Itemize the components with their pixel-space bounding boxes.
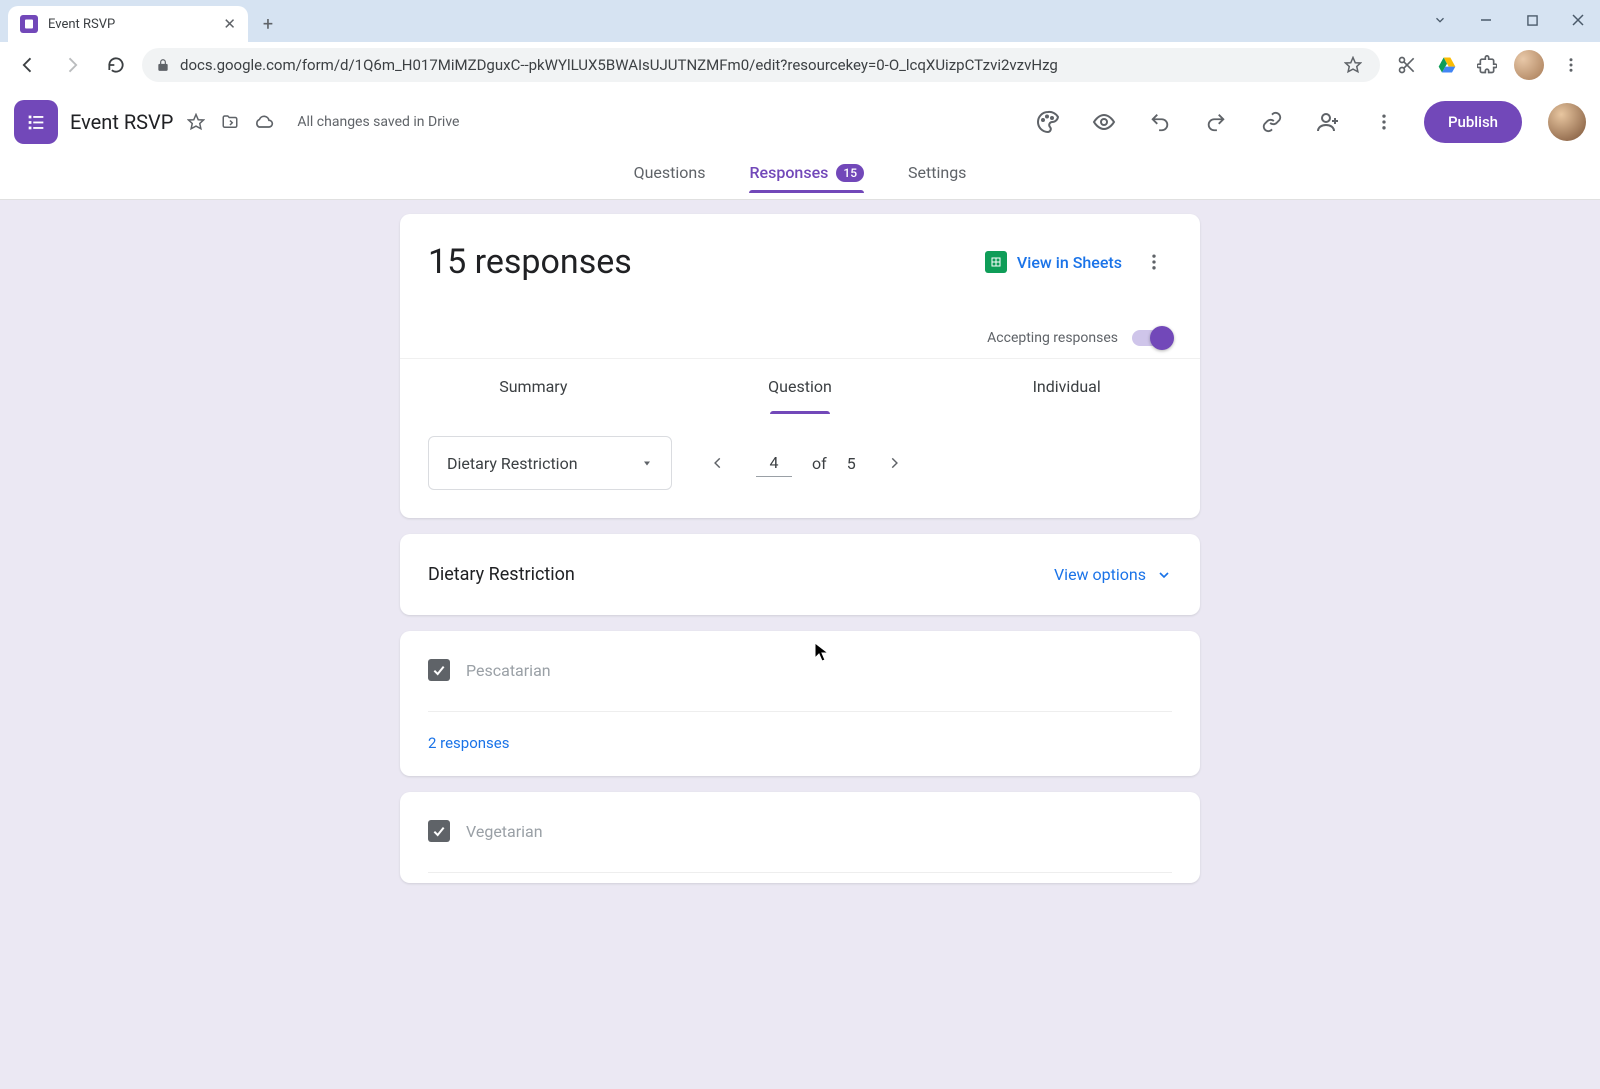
bookmark-star-icon[interactable] bbox=[1344, 56, 1362, 74]
tab-responses[interactable]: Responses 15 bbox=[749, 163, 864, 192]
pager-current-input[interactable] bbox=[756, 449, 792, 477]
option-label: Vegetarian bbox=[466, 822, 543, 841]
tab-favicon bbox=[20, 15, 38, 33]
address-bar[interactable]: docs.google.com/form/d/1Q6m_H017MiMZDgux… bbox=[142, 48, 1380, 82]
maximize-button[interactable] bbox=[1518, 6, 1546, 34]
save-status: All changes saved in Drive bbox=[297, 114, 459, 130]
drive-icon[interactable] bbox=[1434, 52, 1460, 78]
window-controls bbox=[1426, 6, 1592, 34]
option-card-pescatarian: Pescatarian 2 responses bbox=[400, 631, 1200, 776]
responses-more-button[interactable] bbox=[1136, 244, 1172, 280]
url-text: docs.google.com/form/d/1Q6m_H017MiMZDgux… bbox=[180, 56, 1058, 74]
pager-total: 5 bbox=[847, 454, 856, 473]
add-collaborators-button[interactable] bbox=[1306, 100, 1350, 144]
star-icon[interactable] bbox=[185, 111, 207, 133]
pager-of: of bbox=[812, 454, 827, 473]
responses-count-badge: 15 bbox=[836, 164, 864, 182]
close-tab-icon[interactable]: ✕ bbox=[223, 15, 236, 33]
browser-tab[interactable]: Event RSVP ✕ bbox=[8, 6, 248, 42]
copy-link-button[interactable] bbox=[1250, 100, 1294, 144]
view-in-sheets-button[interactable]: View in Sheets bbox=[985, 251, 1122, 273]
responses-title: 15 responses bbox=[428, 242, 985, 282]
tab-questions[interactable]: Questions bbox=[634, 163, 706, 192]
question-pager: of 5 bbox=[700, 445, 912, 481]
extensions-icon[interactable] bbox=[1474, 52, 1500, 78]
view-options-button[interactable]: View options bbox=[1054, 565, 1172, 584]
undo-button[interactable] bbox=[1138, 100, 1182, 144]
dropdown-caret-icon bbox=[641, 457, 653, 469]
sheets-icon bbox=[985, 251, 1007, 273]
minimize-button[interactable] bbox=[1472, 6, 1500, 34]
move-folder-icon[interactable] bbox=[219, 111, 241, 133]
subtab-question[interactable]: Question bbox=[667, 359, 934, 414]
extension-icons bbox=[1388, 50, 1590, 80]
view-options-label: View options bbox=[1054, 565, 1146, 584]
dropdown-value: Dietary Restriction bbox=[447, 454, 578, 473]
chrome-menu-icon[interactable] bbox=[1558, 52, 1584, 78]
reload-button[interactable] bbox=[98, 47, 134, 83]
view-in-sheets-label: View in Sheets bbox=[1017, 253, 1122, 272]
scissors-icon[interactable] bbox=[1394, 52, 1420, 78]
preview-button[interactable] bbox=[1082, 100, 1126, 144]
pager-prev-button[interactable] bbox=[700, 445, 736, 481]
option-responses-link[interactable]: 2 responses bbox=[428, 712, 1172, 752]
question-header-card: Dietary Restriction View options bbox=[400, 534, 1200, 615]
option-label: Pescatarian bbox=[466, 661, 551, 680]
lock-icon bbox=[156, 58, 170, 72]
question-dropdown[interactable]: Dietary Restriction bbox=[428, 436, 672, 490]
checkbox-checked-icon bbox=[428, 659, 450, 681]
responses-summary-card: 15 responses View in Sheets Accepting re… bbox=[400, 214, 1200, 518]
responses-subtabs: Summary Question Individual bbox=[400, 358, 1200, 414]
tab-settings[interactable]: Settings bbox=[908, 163, 966, 192]
doc-title[interactable]: Event RSVP bbox=[70, 110, 173, 134]
back-button[interactable] bbox=[10, 47, 46, 83]
browser-toolbar: docs.google.com/form/d/1Q6m_H017MiMZDgux… bbox=[0, 42, 1600, 88]
browser-tab-strip: Event RSVP ✕ + bbox=[0, 0, 1600, 42]
user-avatar[interactable] bbox=[1548, 103, 1586, 141]
subtab-summary[interactable]: Summary bbox=[400, 359, 667, 414]
redo-button[interactable] bbox=[1194, 100, 1238, 144]
publish-button[interactable]: Publish bbox=[1424, 101, 1522, 143]
customize-theme-button[interactable] bbox=[1026, 100, 1070, 144]
form-tabs: Questions Responses 15 Settings bbox=[0, 156, 1600, 200]
accepting-responses-toggle[interactable] bbox=[1132, 330, 1172, 346]
app-header: Event RSVP All changes saved in Drive Pu… bbox=[0, 88, 1600, 156]
window-close-button[interactable] bbox=[1564, 6, 1592, 34]
accepting-responses-label: Accepting responses bbox=[987, 330, 1118, 346]
question-title: Dietary Restriction bbox=[428, 564, 575, 585]
chevron-down-icon bbox=[1156, 567, 1172, 583]
content-area: 15 responses View in Sheets Accepting re… bbox=[0, 200, 1600, 897]
more-menu-button[interactable] bbox=[1362, 100, 1406, 144]
pager-next-button[interactable] bbox=[876, 445, 912, 481]
cloud-saved-icon[interactable] bbox=[253, 111, 275, 133]
subtab-individual[interactable]: Individual bbox=[933, 359, 1200, 414]
forms-logo[interactable] bbox=[14, 100, 58, 144]
forward-button[interactable] bbox=[54, 47, 90, 83]
tab-responses-label: Responses bbox=[749, 163, 828, 182]
browser-profile-avatar[interactable] bbox=[1514, 50, 1544, 80]
option-card-vegetarian: Vegetarian bbox=[400, 792, 1200, 883]
checkbox-checked-icon bbox=[428, 820, 450, 842]
new-tab-button[interactable]: + bbox=[254, 10, 282, 38]
chrome-chevron-icon[interactable] bbox=[1426, 6, 1454, 34]
tab-title: Event RSVP bbox=[48, 17, 213, 32]
